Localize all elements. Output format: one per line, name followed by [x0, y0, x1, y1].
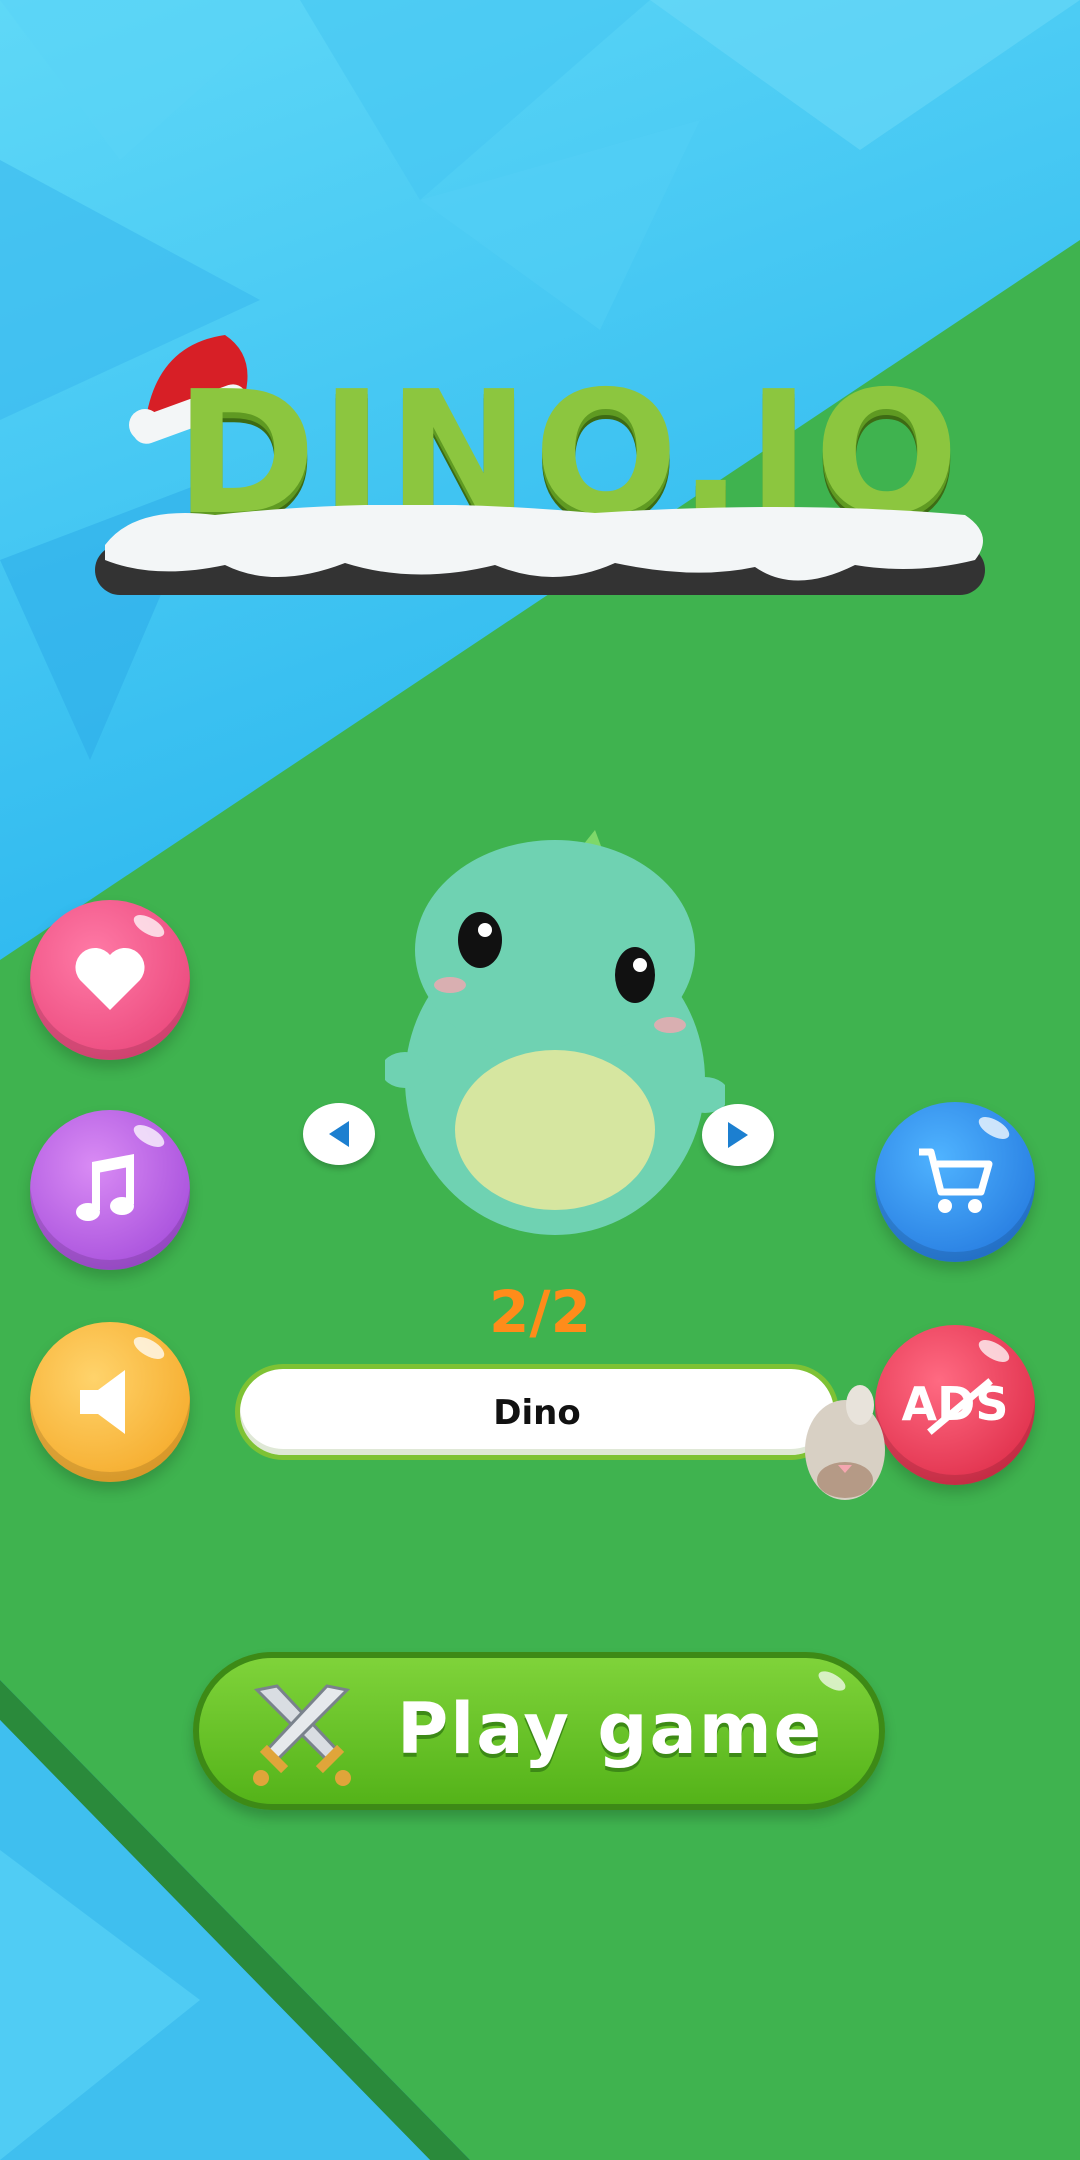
game-scene: DINO.IO ADS 2/2 Dino Play game [0, 0, 1080, 2160]
skin-counter: 2/2 [489, 1278, 591, 1346]
arrow-right-icon [728, 1122, 748, 1148]
cart-icon [919, 1148, 993, 1213]
player-name-value: Dino [493, 1393, 581, 1433]
remove-ads-button[interactable]: ADS [875, 1325, 1035, 1485]
sound-button[interactable] [30, 1322, 190, 1482]
shop-button[interactable] [875, 1102, 1035, 1262]
dino-character [385, 830, 725, 1235]
music-note-icon [76, 1154, 134, 1221]
play-game-label: Play game [397, 1688, 824, 1770]
crossed-swords-icon [253, 1684, 351, 1786]
arrow-left-icon [329, 1121, 349, 1147]
game-logo: DINO.IO [95, 315, 995, 655]
like-button[interactable] [30, 900, 190, 1060]
speaker-icon [80, 1370, 125, 1434]
next-skin-button[interactable] [702, 1104, 774, 1166]
heart-icon [75, 947, 145, 1010]
player-name-field[interactable]: Dino [235, 1364, 839, 1460]
play-game-button[interactable]: Play game [193, 1652, 885, 1810]
music-button[interactable] [30, 1110, 190, 1270]
pet-character [805, 1385, 885, 1500]
ads-label: ADS [901, 1377, 1009, 1431]
snow-ledge [95, 505, 985, 595]
previous-skin-button[interactable] [303, 1103, 375, 1165]
